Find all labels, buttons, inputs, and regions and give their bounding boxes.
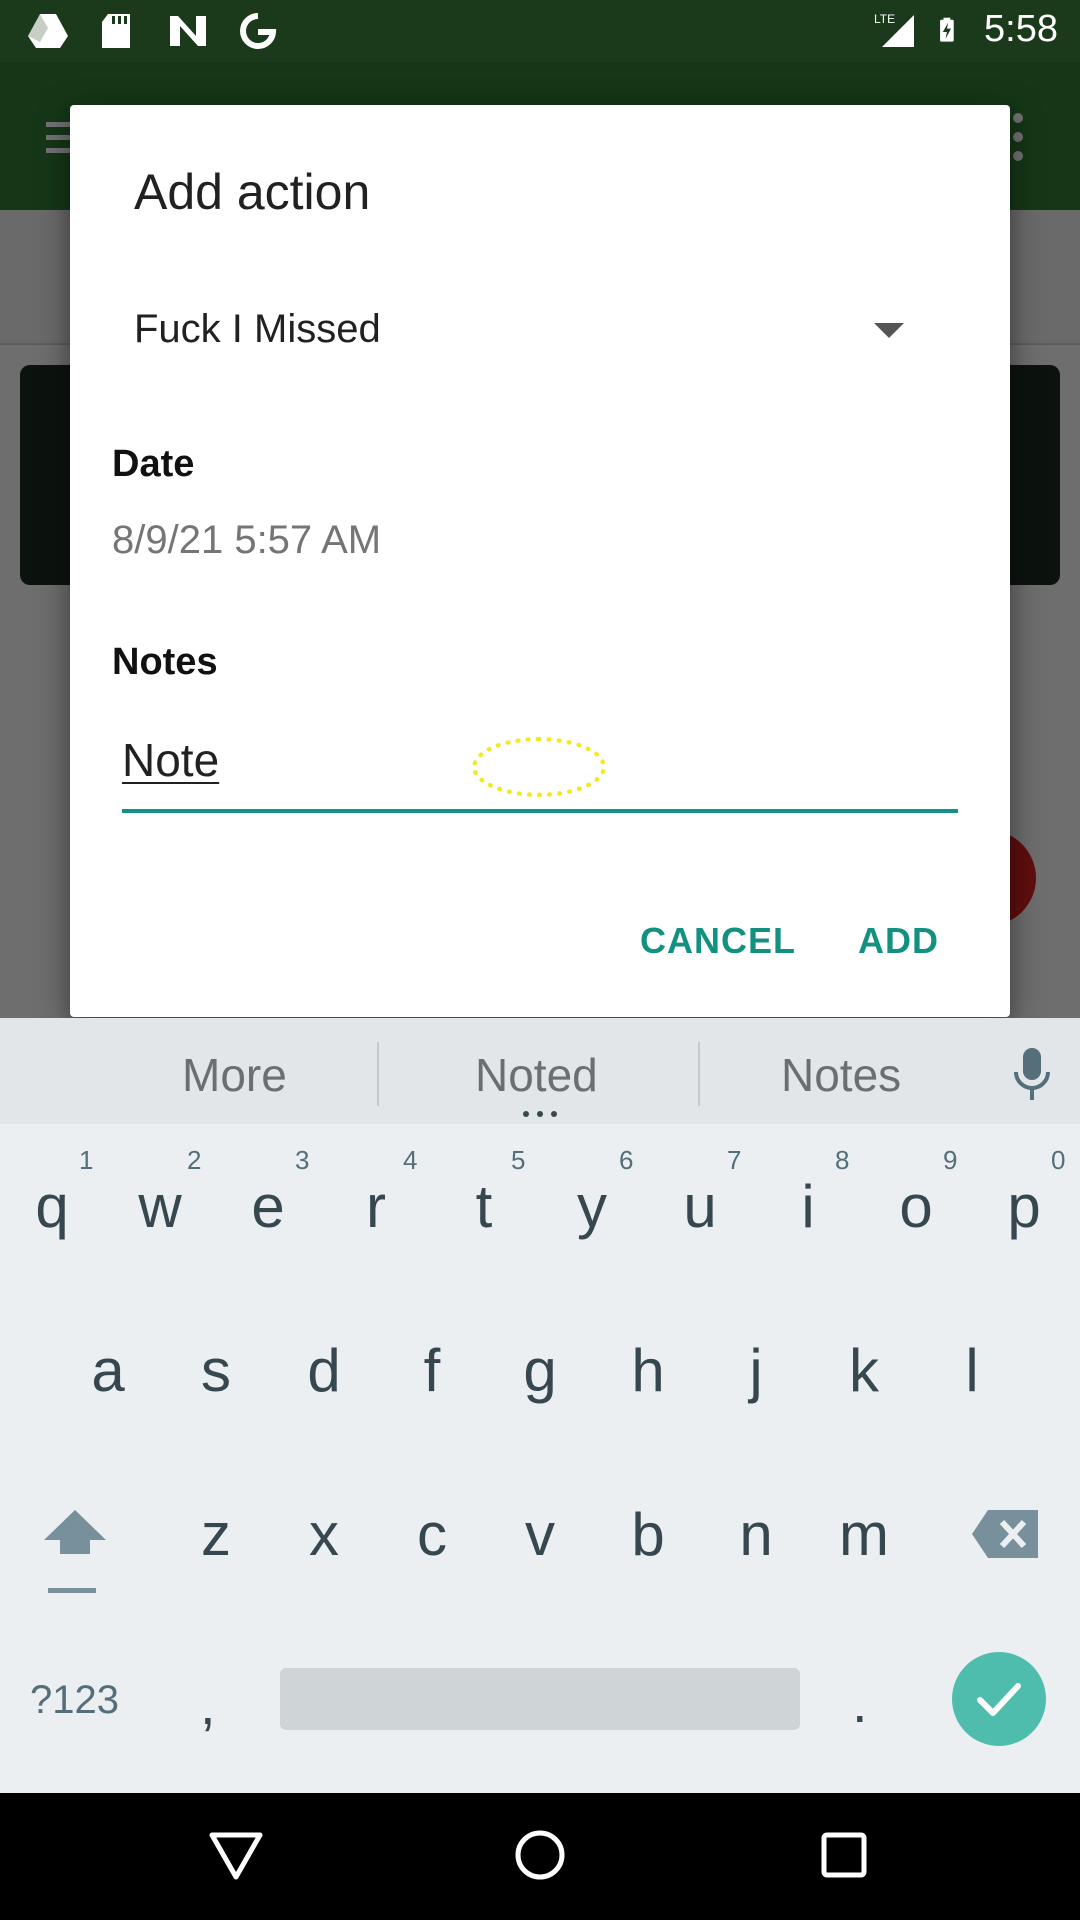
key-t[interactable]: t <box>434 1172 534 1241</box>
key-c[interactable]: c <box>382 1500 482 1569</box>
status-bar: LTE 5:58 <box>0 0 1080 62</box>
key-g[interactable]: g <box>490 1336 590 1405</box>
backspace-key-icon[interactable] <box>972 1510 1038 1558</box>
add-action-dialog: Add action Fuck I Missed Date 8/9/21 5:5… <box>70 105 1010 1017</box>
drive-icon <box>28 14 68 48</box>
suggestion-strip: More Noted Notes <box>0 1018 1080 1124</box>
dialog-title: Add action <box>134 164 371 220</box>
key-n[interactable]: n <box>706 1500 806 1569</box>
symbols-key[interactable]: ?123 <box>30 1678 119 1723</box>
notes-label: Notes <box>112 641 218 683</box>
key-s[interactable]: s <box>166 1336 266 1405</box>
status-right: LTE 5:58 <box>874 8 1058 51</box>
key-a[interactable]: a <box>58 1336 158 1405</box>
n-app-icon <box>170 16 206 46</box>
key-hint-5: 5 <box>511 1145 526 1175</box>
key-e[interactable]: e <box>218 1172 318 1241</box>
key-m[interactable]: m <box>814 1500 914 1569</box>
suggestion-more[interactable]: More <box>182 1048 287 1102</box>
key-hint-0: 0 <box>1051 1145 1066 1175</box>
sd-card-icon <box>102 14 130 48</box>
comma-key[interactable]: , <box>200 1672 216 1737</box>
key-v[interactable]: v <box>490 1500 590 1569</box>
key-hint-9: 9 <box>943 1145 958 1175</box>
screen: LTE 5:58 Add action Fuck I Missed Date 8… <box>0 0 1080 1920</box>
key-d[interactable]: d <box>274 1336 374 1405</box>
cancel-button[interactable]: CANCEL <box>640 920 796 962</box>
svg-text:LTE: LTE <box>874 12 895 26</box>
back-icon[interactable] <box>206 1825 266 1885</box>
key-hint-4: 4 <box>403 1145 418 1175</box>
key-z[interactable]: z <box>166 1500 266 1569</box>
microphone-icon[interactable] <box>1012 1046 1052 1102</box>
key-hint-1: 1 <box>79 1145 94 1175</box>
key-hint-7: 7 <box>727 1145 742 1175</box>
key-f[interactable]: f <box>382 1336 482 1405</box>
date-value[interactable]: 8/9/21 5:57 AM <box>112 518 381 563</box>
key-i[interactable]: i <box>758 1172 858 1241</box>
key-u[interactable]: u <box>650 1172 750 1241</box>
key-k[interactable]: k <box>814 1336 914 1405</box>
google-icon <box>240 13 277 49</box>
space-key[interactable] <box>280 1668 800 1730</box>
key-r[interactable]: r <box>326 1172 426 1241</box>
touch-indicator <box>472 737 606 797</box>
key-h[interactable]: h <box>598 1336 698 1405</box>
more-suggestions-dots-icon <box>523 1111 557 1117</box>
suggestion-divider <box>377 1042 379 1106</box>
home-icon[interactable] <box>510 1825 570 1885</box>
key-p[interactable]: p <box>974 1172 1074 1241</box>
key-y[interactable]: y <box>542 1172 642 1241</box>
dropdown-arrow-icon <box>874 323 904 338</box>
key-hint-3: 3 <box>295 1145 310 1175</box>
suggestion-noted[interactable]: Noted <box>475 1048 598 1102</box>
battery-charging-icon <box>940 17 954 42</box>
key-x[interactable]: x <box>274 1500 374 1569</box>
add-button[interactable]: ADD <box>858 920 939 962</box>
key-hint-2: 2 <box>187 1145 202 1175</box>
key-hint-8: 8 <box>835 1145 850 1175</box>
date-label: Date <box>112 443 195 485</box>
enter-key[interactable] <box>952 1652 1046 1746</box>
key-o[interactable]: o <box>866 1172 966 1241</box>
clock: 5:58 <box>984 8 1058 50</box>
key-l[interactable]: l <box>922 1336 1022 1405</box>
suggestion-notes[interactable]: Notes <box>781 1048 901 1102</box>
spinner-selected-value: Fuck I Missed <box>134 307 381 351</box>
key-q[interactable]: q <box>2 1172 102 1241</box>
lte-signal-icon: LTE <box>874 12 915 47</box>
period-key[interactable]: . <box>852 1670 868 1735</box>
action-type-spinner[interactable]: Fuck I Missed <box>134 295 994 375</box>
key-b[interactable]: b <box>598 1500 698 1569</box>
navigation-bar <box>0 1793 1080 1920</box>
checkmark-icon <box>977 1683 1021 1716</box>
key-j[interactable]: j <box>706 1336 806 1405</box>
notification-icons <box>26 12 280 50</box>
key-hint-6: 6 <box>619 1145 634 1175</box>
suggestion-divider <box>698 1042 700 1106</box>
recents-icon[interactable] <box>814 1825 874 1885</box>
shift-key-icon[interactable] <box>44 1508 106 1598</box>
key-w[interactable]: w <box>110 1172 210 1241</box>
notes-input-text: Note <box>122 734 220 786</box>
